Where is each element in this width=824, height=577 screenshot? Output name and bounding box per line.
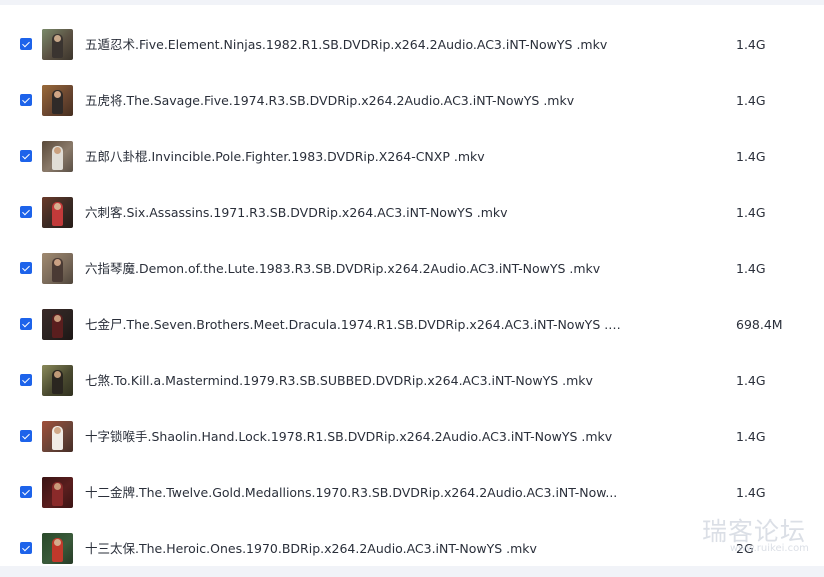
file-name[interactable]: 十二金牌.The.Twelve.Gold.Medallions.1970.R3.… <box>85 483 625 502</box>
file-size: 698.4M <box>736 317 783 332</box>
video-thumbnail <box>42 533 73 564</box>
file-size: 2G <box>736 541 754 556</box>
file-name[interactable]: 六指琴魔.Demon.of.the.Lute.1983.R3.SB.DVDRip… <box>85 259 625 278</box>
video-thumbnail <box>42 85 73 116</box>
file-size: 1.4G <box>736 485 766 500</box>
file-name[interactable]: 十字锁喉手.Shaolin.Hand.Lock.1978.R1.SB.DVDRi… <box>85 427 625 446</box>
file-row[interactable]: 五郎八卦棍.Invincible.Pole.Fighter.1983.DVDRi… <box>0 129 824 185</box>
file-size: 1.4G <box>736 373 766 388</box>
file-row[interactable]: 七金尸.The.Seven.Brothers.Meet.Dracula.1974… <box>0 297 824 353</box>
file-size: 1.4G <box>736 149 766 164</box>
file-row[interactable]: 十字锁喉手.Shaolin.Hand.Lock.1978.R1.SB.DVDRi… <box>0 409 824 465</box>
file-size: 1.4G <box>736 429 766 444</box>
video-thumbnail <box>42 477 73 508</box>
file-row[interactable]: 五遁忍术.Five.Element.Ninjas.1982.R1.SB.DVDR… <box>0 17 824 73</box>
video-thumbnail <box>42 197 73 228</box>
file-select-checkbox[interactable] <box>20 94 32 106</box>
file-name[interactable]: 七煞.To.Kill.a.Mastermind.1979.R3.SB.SUBBE… <box>85 371 625 390</box>
file-row[interactable]: 十二金牌.The.Twelve.Gold.Medallions.1970.R3.… <box>0 465 824 521</box>
file-name[interactable]: 五虎将.The.Savage.Five.1974.R3.SB.DVDRip.x2… <box>85 91 625 110</box>
file-row[interactable]: 十三太保.The.Heroic.Ones.1970.BDRip.x264.2Au… <box>0 521 824 577</box>
file-select-checkbox[interactable] <box>20 38 32 50</box>
file-select-checkbox[interactable] <box>20 430 32 442</box>
file-size: 1.4G <box>736 205 766 220</box>
file-select-checkbox[interactable] <box>20 206 32 218</box>
video-thumbnail <box>42 141 73 172</box>
file-name[interactable]: 七金尸.The.Seven.Brothers.Meet.Dracula.1974… <box>85 315 625 334</box>
file-size: 1.4G <box>736 37 766 52</box>
file-row[interactable]: 五虎将.The.Savage.Five.1974.R3.SB.DVDRip.x2… <box>0 73 824 129</box>
file-select-checkbox[interactable] <box>20 486 32 498</box>
file-row[interactable]: 六刺客.Six.Assassins.1971.R3.SB.DVDRip.x264… <box>0 185 824 241</box>
file-row[interactable]: 七煞.To.Kill.a.Mastermind.1979.R3.SB.SUBBE… <box>0 353 824 409</box>
video-thumbnail <box>42 421 73 452</box>
file-select-checkbox[interactable] <box>20 374 32 386</box>
file-size: 1.4G <box>736 261 766 276</box>
file-name[interactable]: 五遁忍术.Five.Element.Ninjas.1982.R1.SB.DVDR… <box>85 35 625 54</box>
file-list-panel: 五遁忍术.Five.Element.Ninjas.1982.R1.SB.DVDR… <box>0 5 824 566</box>
file-select-checkbox[interactable] <box>20 542 32 554</box>
file-name[interactable]: 六刺客.Six.Assassins.1971.R3.SB.DVDRip.x264… <box>85 203 625 222</box>
file-size: 1.4G <box>736 93 766 108</box>
file-name[interactable]: 十三太保.The.Heroic.Ones.1970.BDRip.x264.2Au… <box>85 539 625 558</box>
file-row[interactable]: 六指琴魔.Demon.of.the.Lute.1983.R3.SB.DVDRip… <box>0 241 824 297</box>
video-thumbnail <box>42 253 73 284</box>
video-thumbnail <box>42 309 73 340</box>
file-select-checkbox[interactable] <box>20 150 32 162</box>
file-select-checkbox[interactable] <box>20 318 32 330</box>
video-thumbnail <box>42 29 73 60</box>
file-name[interactable]: 五郎八卦棍.Invincible.Pole.Fighter.1983.DVDRi… <box>85 147 625 166</box>
file-select-checkbox[interactable] <box>20 262 32 274</box>
video-thumbnail <box>42 365 73 396</box>
